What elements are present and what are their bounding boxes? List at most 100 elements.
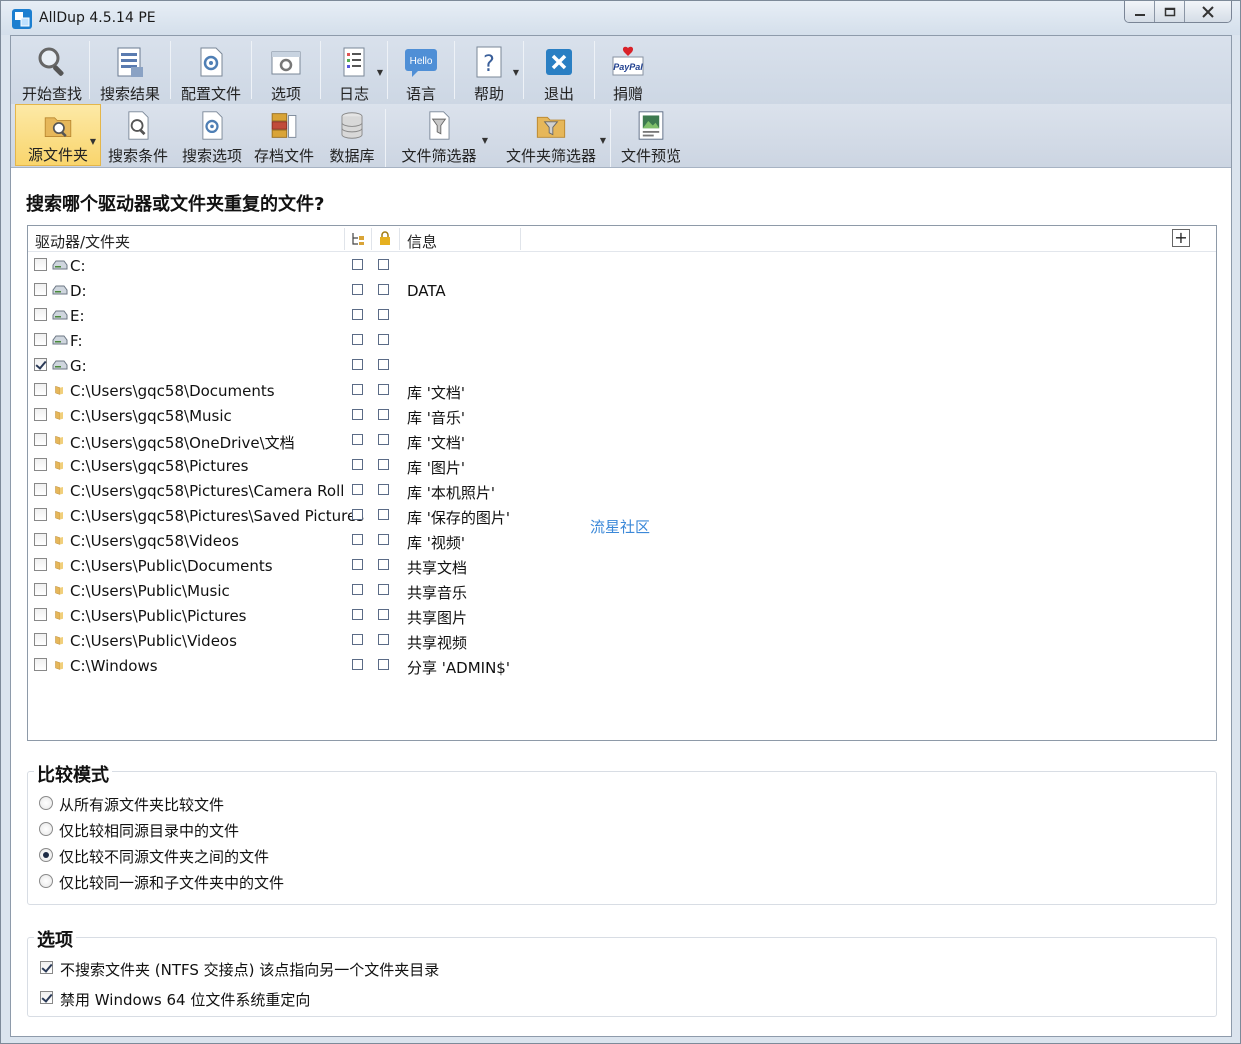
protect-checkbox[interactable] xyxy=(378,334,389,345)
options-button[interactable]: 选项 xyxy=(252,36,320,104)
chevron-down-icon[interactable]: ▼ xyxy=(377,68,383,77)
table-row[interactable]: C:\Users\gqc58\Pictures 库 '图片' xyxy=(28,453,1216,478)
row-checkbox[interactable] xyxy=(34,583,47,596)
row-checkbox[interactable] xyxy=(34,483,47,496)
table-row[interactable]: C:\Users\gqc58\OneDrive\文档 库 '文档' xyxy=(28,428,1216,453)
table-row[interactable]: F: xyxy=(28,328,1216,353)
chevron-down-icon[interactable]: ▼ xyxy=(600,136,606,145)
include-subfolders-checkbox[interactable] xyxy=(352,409,363,420)
row-checkbox[interactable] xyxy=(34,633,47,646)
chevron-down-icon[interactable]: ▼ xyxy=(513,68,519,77)
protect-checkbox[interactable] xyxy=(378,634,389,645)
row-checkbox[interactable] xyxy=(34,308,47,321)
maximize-icon[interactable] xyxy=(1155,1,1185,22)
add-folder-button[interactable]: + xyxy=(1172,229,1190,247)
row-checkbox[interactable] xyxy=(34,333,47,346)
protect-checkbox[interactable] xyxy=(378,659,389,670)
search-criteria-button[interactable]: 搜索条件 xyxy=(101,104,175,166)
exit-button[interactable]: 退出 xyxy=(524,36,594,104)
row-checkbox[interactable] xyxy=(34,408,47,421)
folder-list[interactable]: 驱动器/文件夹 信息 + C: D: DATA E: F: G: C:\Users\gqc5… xyxy=(27,225,1217,741)
protect-checkbox[interactable] xyxy=(378,509,389,520)
protect-checkbox[interactable] xyxy=(378,359,389,370)
row-checkbox[interactable] xyxy=(34,558,47,571)
minimize-icon[interactable] xyxy=(1125,1,1155,22)
include-subfolders-checkbox[interactable] xyxy=(352,609,363,620)
table-row[interactable]: C:\Users\Public\Pictures 共享图片 xyxy=(28,603,1216,628)
include-subfolders-checkbox[interactable] xyxy=(352,484,363,495)
close-icon[interactable] xyxy=(1185,1,1231,22)
table-row[interactable]: G: xyxy=(28,353,1216,378)
radio-button[interactable] xyxy=(39,822,53,836)
protect-checkbox[interactable] xyxy=(378,609,389,620)
include-subfolders-checkbox[interactable] xyxy=(352,509,363,520)
lock-icon[interactable] xyxy=(379,231,391,245)
include-subfolders-checkbox[interactable] xyxy=(352,334,363,345)
include-subfolders-checkbox[interactable] xyxy=(352,534,363,545)
protect-checkbox[interactable] xyxy=(378,384,389,395)
row-checkbox[interactable] xyxy=(34,258,47,271)
include-subfolders-checkbox[interactable] xyxy=(352,584,363,595)
include-subfolders-checkbox[interactable] xyxy=(352,259,363,270)
row-checkbox[interactable] xyxy=(34,508,47,521)
include-subfolders-checkbox[interactable] xyxy=(352,659,363,670)
language-button[interactable]: Hello 语言 xyxy=(388,36,454,104)
include-subfolders-checkbox[interactable] xyxy=(352,384,363,395)
archive-files-button[interactable]: 存档文件 xyxy=(249,104,319,166)
search-results-button[interactable]: 搜索结果 xyxy=(90,36,170,104)
option-checkbox[interactable] xyxy=(40,991,53,1004)
option-checkbox[interactable] xyxy=(40,961,53,974)
protect-checkbox[interactable] xyxy=(378,534,389,545)
protect-checkbox[interactable] xyxy=(378,484,389,495)
row-checkbox[interactable] xyxy=(34,608,47,621)
folder-filter-button[interactable]: 文件夹筛选器 ▼ xyxy=(492,104,610,166)
file-filter-button[interactable]: 文件筛选器 ▼ xyxy=(386,104,492,166)
radio-button[interactable] xyxy=(39,848,53,862)
chevron-down-icon[interactable]: ▼ xyxy=(90,137,96,146)
table-row[interactable]: C: xyxy=(28,253,1216,278)
table-row[interactable]: C:\Users\Public\Documents 共享文档 xyxy=(28,553,1216,578)
protect-checkbox[interactable] xyxy=(378,259,389,270)
include-subfolders-checkbox[interactable] xyxy=(352,434,363,445)
protect-checkbox[interactable] xyxy=(378,284,389,295)
include-subfolders-checkbox[interactable] xyxy=(352,309,363,320)
subfolders-icon[interactable] xyxy=(351,232,365,246)
donate-button[interactable]: PayPal 捐赠 xyxy=(595,36,661,104)
row-checkbox[interactable] xyxy=(34,458,47,471)
protect-checkbox[interactable] xyxy=(378,584,389,595)
column-header-path[interactable]: 驱动器/文件夹 xyxy=(35,231,130,252)
radio-button[interactable] xyxy=(39,874,53,888)
include-subfolders-checkbox[interactable] xyxy=(352,559,363,570)
start-search-button[interactable]: 开始查找 xyxy=(15,36,89,104)
chevron-down-icon[interactable]: ▼ xyxy=(482,136,488,145)
table-row[interactable]: D: DATA xyxy=(28,278,1216,303)
table-row[interactable]: C:\Users\gqc58\Music 库 '音乐' xyxy=(28,403,1216,428)
include-subfolders-checkbox[interactable] xyxy=(352,284,363,295)
file-preview-button[interactable]: 文件预览 xyxy=(611,104,691,166)
include-subfolders-checkbox[interactable] xyxy=(352,459,363,470)
row-checkbox[interactable] xyxy=(34,533,47,546)
column-header-info[interactable]: 信息 xyxy=(407,231,437,252)
help-button[interactable]: ? 帮助 ▼ xyxy=(455,36,523,104)
log-button[interactable]: 日志 ▼ xyxy=(321,36,387,104)
database-button[interactable]: 数据库 xyxy=(319,104,385,166)
table-row[interactable]: E: xyxy=(28,303,1216,328)
protect-checkbox[interactable] xyxy=(378,309,389,320)
row-checkbox[interactable] xyxy=(34,358,47,371)
radio-button[interactable] xyxy=(39,796,53,810)
search-options-button[interactable]: 搜索选项 xyxy=(175,104,249,166)
table-row[interactable]: C:\Users\Public\Videos 共享视频 xyxy=(28,628,1216,653)
table-row[interactable]: C:\Users\gqc58\Documents 库 '文档' xyxy=(28,378,1216,403)
include-subfolders-checkbox[interactable] xyxy=(352,359,363,370)
source-folder-button[interactable]: 源文件夹 ▼ xyxy=(15,104,101,166)
profile-file-button[interactable]: 配置文件 xyxy=(171,36,251,104)
table-row[interactable]: C:\Windows 分享 'ADMIN$' xyxy=(28,653,1216,678)
table-row[interactable]: C:\Users\Public\Music 共享音乐 xyxy=(28,578,1216,603)
row-checkbox[interactable] xyxy=(34,383,47,396)
protect-checkbox[interactable] xyxy=(378,459,389,470)
row-checkbox[interactable] xyxy=(34,658,47,671)
protect-checkbox[interactable] xyxy=(378,409,389,420)
protect-checkbox[interactable] xyxy=(378,434,389,445)
include-subfolders-checkbox[interactable] xyxy=(352,634,363,645)
protect-checkbox[interactable] xyxy=(378,559,389,570)
